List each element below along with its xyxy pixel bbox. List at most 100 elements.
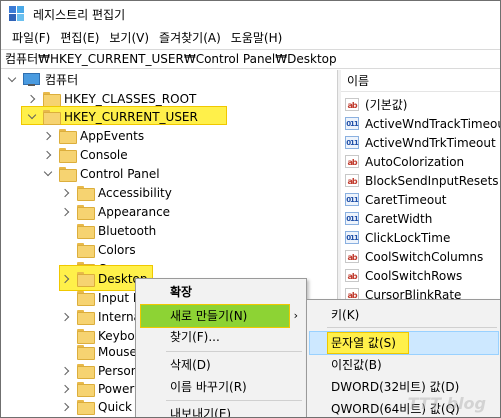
- menu-item-export[interactable]: 내보내기(E): [136, 403, 231, 417]
- chevron-right-icon[interactable]: [61, 188, 71, 198]
- chevron-right-icon[interactable]: [43, 131, 53, 141]
- menu-item-key[interactable]: 키(K): [307, 304, 359, 326]
- list-item[interactable]: ab AutoColorization: [345, 152, 464, 171]
- menu-help[interactable]: 도움말(H): [226, 27, 288, 49]
- tree-node-label: Mouse: [98, 344, 137, 359]
- string-value-icon: ab: [345, 98, 359, 111]
- list-item[interactable]: ab CoolSwitchColumns: [345, 247, 483, 266]
- folder-icon: [77, 291, 95, 306]
- tree-node-bluetooth[interactable]: Bluetooth: [77, 221, 156, 240]
- tree-node-label: Appearance: [98, 204, 171, 219]
- chevron-right-icon[interactable]: [61, 207, 71, 217]
- menu-favorites[interactable]: 즐겨찾기(A): [154, 27, 226, 49]
- list-item[interactable]: 011 ActiveWndTrkTimeout: [345, 133, 496, 152]
- chevron-down-icon[interactable]: [7, 75, 17, 85]
- registry-editor-window: 레지스트리 편집기 파일(F) 편집(E) 보기(V) 즐겨찾기(A) 도움말(…: [0, 0, 501, 418]
- string-value-icon: ab: [345, 155, 359, 168]
- menu-separator: [166, 400, 302, 401]
- menu-item-expand[interactable]: 확장: [136, 281, 192, 303]
- tree-node-label: 컴퓨터: [45, 73, 79, 87]
- tree-node-appevents[interactable]: AppEvents: [43, 126, 144, 145]
- window-title: 레지스트리 편집기: [33, 7, 126, 22]
- menu-bar: 파일(F) 편집(E) 보기(V) 즐겨찾기(A) 도움말(H): [1, 27, 500, 49]
- string-value-icon: ab: [345, 174, 359, 187]
- folder-icon: [59, 129, 77, 144]
- menu-file[interactable]: 파일(F): [7, 27, 55, 49]
- computer-icon: [23, 72, 40, 87]
- binary-value-icon: 011: [345, 212, 359, 225]
- binary-value-icon: 011: [345, 193, 359, 206]
- list-item[interactable]: 011 CaretWidth: [345, 209, 432, 228]
- chevron-right-icon[interactable]: [61, 312, 71, 322]
- list-item[interactable]: 011 ClickLockTime: [345, 228, 450, 247]
- menu-separator: [327, 327, 497, 328]
- tree-node-label: AppEvents: [80, 128, 145, 143]
- context-menu: 확장 새로 만들기(N) › 찾기(F)... 삭제(D) 이름 바꾸기(R) …: [135, 278, 307, 417]
- folder-icon: [77, 310, 95, 325]
- tree-node-personalization[interactable]: Persona: [61, 361, 146, 380]
- folder-icon: [77, 345, 95, 360]
- list-item[interactable]: ab (기본값): [345, 95, 407, 114]
- string-value-icon: ab: [345, 269, 359, 282]
- chevron-right-icon[interactable]: [61, 274, 71, 284]
- tree-node-input-method[interactable]: Input M: [77, 288, 143, 307]
- list-item[interactable]: ab BlockSendInputResets: [345, 171, 499, 190]
- tree-node-label: Accessibility: [98, 185, 172, 200]
- folder-icon: [59, 148, 77, 163]
- value-name: CoolSwitchColumns: [365, 249, 484, 264]
- watermark: TTT blog: [407, 394, 486, 413]
- registry-editor-icon: [9, 6, 25, 22]
- folder-icon: [77, 364, 95, 379]
- tree-node-label: Bluetooth: [98, 223, 157, 238]
- menu-edit[interactable]: 편집(E): [55, 27, 104, 49]
- tree-node-appearance[interactable]: Appearance: [61, 202, 170, 221]
- menu-item-rename[interactable]: 이름 바꾸기(R): [136, 376, 247, 398]
- menu-view[interactable]: 보기(V): [104, 27, 154, 49]
- address-path: 컴퓨터₩HKEY_CURRENT_USER₩Control Panel₩Desk…: [5, 52, 337, 66]
- column-header-name[interactable]: 이름: [341, 70, 500, 92]
- value-name: AutoColorization: [365, 154, 465, 169]
- tree-node-label: Colors: [98, 242, 136, 257]
- address-bar[interactable]: 컴퓨터₩HKEY_CURRENT_USER₩Control Panel₩Desk…: [1, 49, 500, 69]
- menu-item-binary-value[interactable]: 이진값(B): [307, 354, 382, 376]
- tree-node-label: HKEY_CLASSES_ROOT: [64, 91, 197, 106]
- chevron-right-icon[interactable]: [61, 366, 71, 376]
- binary-value-icon: 011: [345, 117, 359, 130]
- menu-separator: [166, 351, 302, 352]
- menu-item-find[interactable]: 찾기(F)...: [136, 326, 220, 348]
- value-name: ActiveWndTrkTimeout: [365, 135, 496, 150]
- chevron-right-icon[interactable]: [43, 150, 53, 160]
- tree-node-quick-actions[interactable]: Quick A: [61, 397, 144, 416]
- tree-node-colors[interactable]: Colors: [77, 240, 136, 259]
- list-item[interactable]: ab CoolSwitchRows: [345, 266, 462, 285]
- tree-node-accessibility[interactable]: Accessibility: [61, 183, 172, 202]
- menu-item-new-label: 새로 만들기(N): [170, 309, 248, 323]
- folder-icon: [77, 329, 95, 344]
- folder-icon: [77, 205, 95, 220]
- list-item[interactable]: 011 CaretTimeout: [345, 190, 447, 209]
- menu-item-delete[interactable]: 삭제(D): [136, 354, 211, 376]
- tree-node-label: Console: [80, 147, 128, 162]
- chevron-right-icon[interactable]: [27, 94, 37, 104]
- tree-node-console[interactable]: Console: [43, 145, 128, 164]
- folder-icon: [77, 272, 95, 287]
- title-bar: 레지스트리 편집기: [1, 1, 500, 27]
- tree-node-label: Control Panel: [80, 166, 160, 181]
- tree-node-mouse[interactable]: Mouse: [77, 342, 137, 361]
- list-item[interactable]: 011 ActiveWndTrackTimeout: [345, 114, 500, 133]
- tree-node-control-panel[interactable]: Control Panel: [43, 164, 160, 183]
- folder-icon: [77, 243, 95, 258]
- chevron-right-icon[interactable]: [61, 402, 71, 412]
- tree-node-powercfg[interactable]: PowerCf: [61, 379, 147, 398]
- binary-value-icon: 011: [345, 136, 359, 149]
- menu-item-string-value[interactable]: 문자열 값(S): [307, 332, 396, 354]
- tree-node-computer[interactable]: 컴퓨터: [7, 70, 78, 89]
- menu-item-new[interactable]: 새로 만들기(N) ›: [136, 305, 306, 327]
- value-name: CoolSwitchRows: [365, 268, 463, 283]
- tree-node-label: HKEY_CURRENT_USER: [64, 109, 198, 124]
- folder-icon: [77, 224, 95, 239]
- tree-node-hkey-current-user[interactable]: HKEY_CURRENT_USER: [27, 107, 198, 126]
- chevron-down-icon[interactable]: [27, 112, 37, 122]
- chevron-down-icon[interactable]: [43, 169, 53, 179]
- chevron-right-icon[interactable]: [61, 384, 71, 394]
